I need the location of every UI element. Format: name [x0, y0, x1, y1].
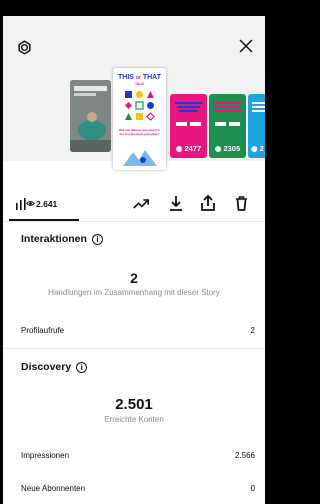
- story-thumbnail-3[interactable]: ◉ 2477: [170, 94, 207, 158]
- toolbar-divider: [3, 221, 265, 222]
- story-thumbnail-5[interactable]: ◉ 2: [248, 94, 265, 158]
- story-text-graphic: [175, 102, 202, 126]
- row-value: 0: [250, 484, 255, 493]
- trash-icon: [235, 195, 247, 211]
- section-divider: [3, 348, 265, 349]
- story-5-views: ◉ 2: [251, 144, 264, 153]
- story-text-graphic: [213, 102, 242, 126]
- settings-icon: [17, 39, 31, 55]
- discovery-title: Discovery i: [21, 361, 88, 373]
- settings-button[interactable]: [15, 38, 33, 56]
- story-insights-screen: THIS or THAT TALK Wie viel Männer-Innenw…: [3, 16, 265, 504]
- interactions-count: 2: [130, 270, 138, 286]
- story-thumbnail-this-or-that[interactable]: THIS or THAT TALK Wie viel Männer-Innenw…: [113, 68, 166, 170]
- close-button[interactable]: [236, 36, 256, 56]
- row-label: Neue Abonnenten: [21, 484, 86, 493]
- story-text-graphic: [252, 102, 265, 112]
- discovery-title-text: Discovery: [21, 361, 72, 373]
- impressions-row: Impressionen 2.566: [21, 451, 255, 460]
- interactions-title: Interaktionen i: [21, 233, 103, 245]
- story-thumbnail-photo[interactable]: [70, 80, 111, 152]
- story-4-views-value: 2305: [223, 144, 241, 153]
- story-title-or: or: [135, 75, 141, 81]
- story-3-views-value: 2477: [184, 144, 202, 153]
- story-carousel-area: THIS or THAT TALK Wie viel Männer-Innenw…: [3, 16, 265, 170]
- story-5-views-value: 2: [259, 144, 264, 153]
- story-toolbar: 2.641: [3, 189, 265, 219]
- row-value: 2: [250, 326, 255, 335]
- info-icon[interactable]: i: [76, 361, 88, 373]
- row-label: Profilaufrufe: [21, 326, 65, 335]
- row-value: 2.566: [234, 451, 255, 460]
- story-4-views: ◉ 2305: [214, 144, 241, 153]
- story-subtitle: TALK: [134, 82, 145, 86]
- story-title-that: THAT: [142, 74, 161, 81]
- new-followers-row: Neue Abonnenten 0: [21, 484, 255, 493]
- story-thumbnail-4[interactable]: ◉ 2305: [209, 94, 246, 158]
- close-icon: [239, 39, 253, 53]
- story-bottom-graphic: [123, 150, 157, 166]
- eye-icon: [26, 201, 35, 206]
- interactions-title-text: Interaktionen: [21, 233, 87, 245]
- story-title-this: THIS: [117, 74, 134, 81]
- interactions-caption: Handlungen im Zusammenhang mit dieser St…: [48, 288, 220, 297]
- story-3-views: ◉ 2477: [175, 144, 202, 153]
- row-label: Impressionen: [21, 451, 70, 460]
- story-shapes-graphic: [125, 91, 155, 121]
- views-count: 2.641: [36, 199, 58, 209]
- info-icon[interactable]: i: [91, 233, 103, 245]
- story-question-text: Wie viel Männer-Innenwelt in der Gesells…: [119, 128, 160, 136]
- promote-button[interactable]: [131, 195, 151, 213]
- delete-button[interactable]: [232, 193, 250, 213]
- profile-visits-row: Profilaufrufe 2: [21, 326, 255, 335]
- story-photo-image: [70, 80, 111, 152]
- share-icon: [201, 195, 215, 211]
- download-icon: [170, 196, 182, 211]
- trending-icon: [133, 199, 149, 209]
- discovery-caption: Erreichte Konten: [104, 415, 164, 424]
- discovery-count: 2.501: [115, 396, 153, 413]
- download-button[interactable]: [167, 193, 185, 213]
- share-button[interactable]: [199, 193, 217, 213]
